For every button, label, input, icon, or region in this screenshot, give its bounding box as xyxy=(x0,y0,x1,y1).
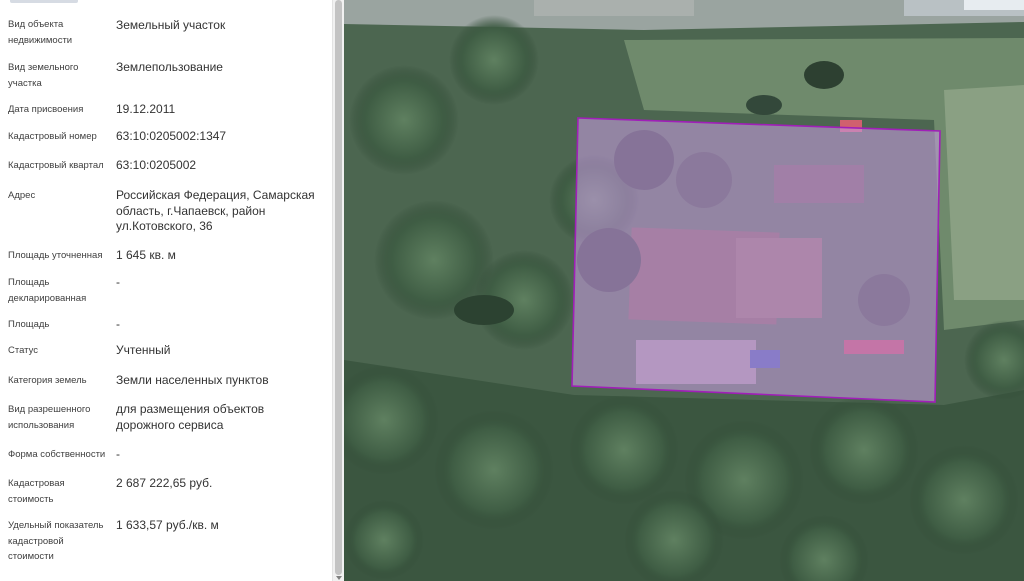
parcel-boundary[interactable] xyxy=(571,117,941,403)
detail-value: - xyxy=(116,275,120,289)
detail-value: - xyxy=(116,447,120,461)
detail-label: Вид объекта недвижимости xyxy=(8,19,73,46)
detail-label: Адрес xyxy=(8,190,36,201)
detail-value: Землепользование xyxy=(116,60,223,74)
detail-label: Вид разрешенного использования xyxy=(8,404,91,431)
detail-value: 1 645 кв. м xyxy=(116,248,176,262)
scrollbar-thumb[interactable] xyxy=(335,0,342,575)
scroll-down-arrow-icon[interactable] xyxy=(336,576,342,580)
detail-value: Земли населенных пунктов xyxy=(116,373,269,387)
detail-label: Площадь уточненная xyxy=(8,250,103,261)
detail-label: Кадастровая стоимость xyxy=(8,478,65,505)
detail-value: Учтенный xyxy=(116,343,171,357)
detail-label: Статус xyxy=(8,345,39,356)
detail-value: для размещения объектов дорожного сервис… xyxy=(116,402,265,432)
panel-top-tab[interactable] xyxy=(10,0,78,3)
detail-label: Категория земель xyxy=(8,375,87,386)
detail-value: Российская Федерация, Самарская область,… xyxy=(116,188,315,233)
detail-label: Удельный показатель кадастровой стоимост… xyxy=(8,520,104,562)
detail-value: - xyxy=(116,317,120,331)
map-imagery xyxy=(344,0,1024,581)
detail-value: 2 687 222,65 руб. xyxy=(116,476,213,490)
detail-label: Кадастровый квартал xyxy=(8,160,104,171)
detail-value: 63:10:0205002 xyxy=(116,158,197,172)
detail-label: Площадь xyxy=(8,319,50,330)
detail-label: Площадь декларированная xyxy=(8,277,87,304)
detail-label: Дата присвоения xyxy=(8,104,84,115)
detail-label: Вид земельного участка xyxy=(8,62,79,89)
detail-value: 1 633,57 руб./кв. м xyxy=(116,518,219,532)
detail-value: Земельный участок xyxy=(116,18,226,32)
detail-label: Кадастровый номер xyxy=(8,131,97,142)
panel-scrollbar[interactable] xyxy=(332,0,344,581)
object-info-panel: Вид объекта недвижимости Земельный участ… xyxy=(0,0,332,581)
satellite-map[interactable] xyxy=(344,0,1024,581)
detail-value: 19.12.2011 xyxy=(116,102,176,116)
detail-value: 63:10:0205002:1347 xyxy=(116,129,227,143)
detail-label: Форма собственности xyxy=(8,449,106,460)
